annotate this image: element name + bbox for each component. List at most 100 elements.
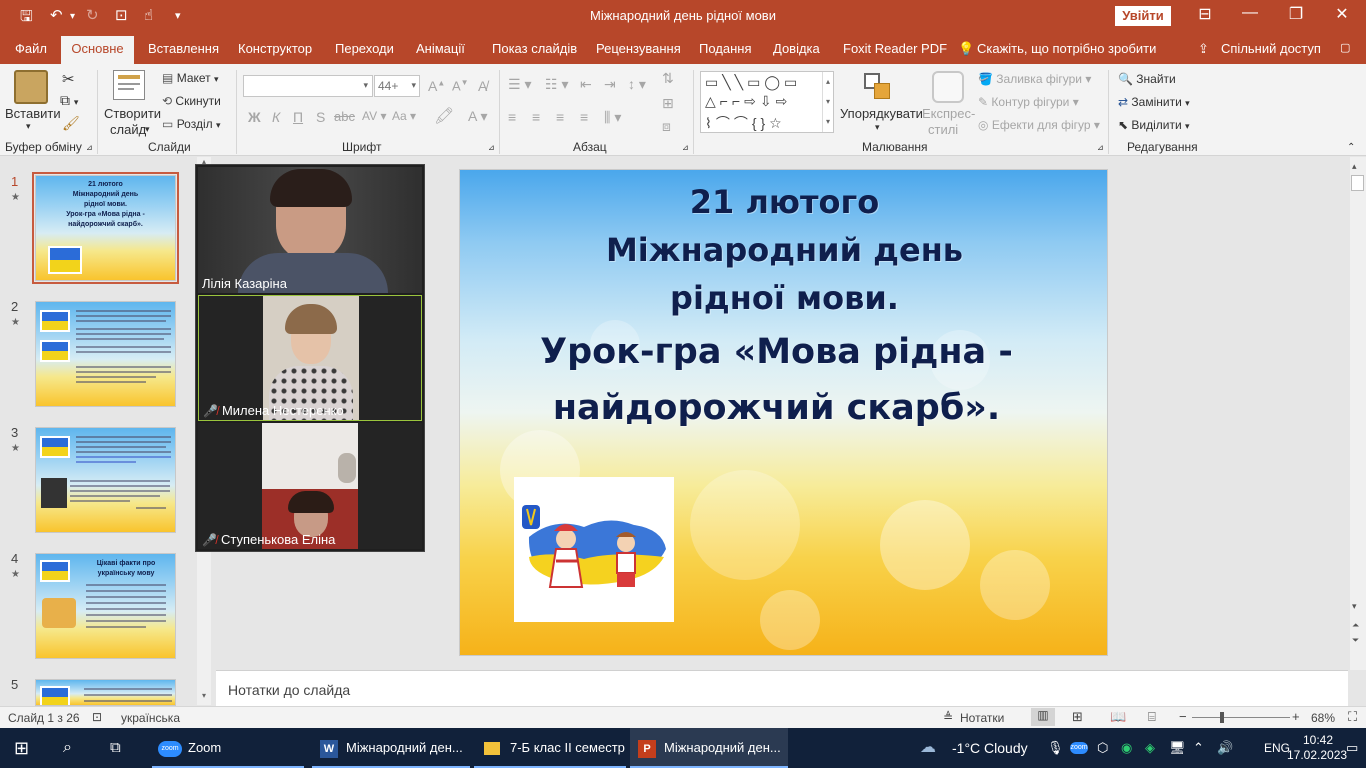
slide-sorter-icon[interactable]: ⊞: [1072, 709, 1083, 725]
ribbon-display-icon[interactable]: ⊟: [1185, 4, 1225, 24]
zoom-in-icon[interactable]: +: [1292, 709, 1300, 724]
video-tile-1[interactable]: Лілія Казаріна: [198, 167, 422, 293]
menu-help[interactable]: Довідка: [773, 41, 820, 56]
menu-home[interactable]: Основне: [61, 36, 134, 65]
weather-text[interactable]: -1°C Cloudy: [952, 728, 1028, 768]
drawing-launcher-icon[interactable]: ⊿: [1097, 143, 1104, 152]
slide-scrollbar[interactable]: ▴ ▾ ⏶ ⏷: [1350, 157, 1366, 670]
paste-icon[interactable]: [14, 70, 48, 104]
tray-app2-icon[interactable]: ◉: [1121, 728, 1132, 768]
columns-icon[interactable]: ⫼ ▾: [604, 109, 621, 126]
shape-fill-button[interactable]: 🪣 Заливка фігури ▾: [978, 72, 1091, 86]
tray-app3-icon[interactable]: ◈: [1145, 728, 1155, 768]
menu-transitions[interactable]: Переходи: [335, 41, 394, 56]
align-text-icon[interactable]: ⊞: [662, 95, 674, 112]
menu-design[interactable]: Конструктор: [238, 41, 312, 56]
font-color-icon[interactable]: A ▾: [468, 108, 487, 125]
bold-icon[interactable]: Ж: [248, 109, 261, 125]
microphone-icon[interactable]: 🎙: [1047, 728, 1064, 768]
slide-thumbnail-3[interactable]: [35, 427, 176, 533]
quick-styles-button-line2[interactable]: стилі: [928, 122, 958, 137]
present-from-start-icon[interactable]: ⊡: [115, 6, 128, 24]
menu-view[interactable]: Подання: [699, 41, 752, 56]
layout-button[interactable]: ▤ Макет ▾: [162, 71, 219, 85]
paste-dropdown-icon[interactable]: ▾: [26, 121, 31, 132]
copy-icon[interactable]: ⧉ ▾: [60, 92, 78, 109]
zoom-slider[interactable]: [1192, 717, 1290, 718]
video-tile-3[interactable]: 🎤̸ Ступенькова Еліна: [198, 423, 422, 549]
tray-app-icon[interactable]: ⬡: [1097, 728, 1108, 768]
slide-thumbnail-1[interactable]: 21 лютого Міжнародний день рідної мови. …: [32, 172, 179, 284]
grow-font-icon[interactable]: A▲: [428, 78, 445, 94]
new-slide-button-line2[interactable]: слайд: [110, 122, 146, 137]
menu-slideshow[interactable]: Показ слайдів: [492, 41, 577, 56]
font-name-input[interactable]: ▾: [243, 75, 373, 97]
touch-mode-icon[interactable]: ☝: [144, 6, 153, 24]
zoom-out-icon[interactable]: −: [1179, 709, 1187, 724]
new-slide-button[interactable]: Створити: [104, 106, 161, 121]
normal-view-icon[interactable]: ▥: [1031, 708, 1055, 726]
zoom-level[interactable]: 68%: [1311, 711, 1335, 725]
clock[interactable]: 10:42 17.02.2023: [1287, 728, 1347, 768]
quick-styles-icon[interactable]: [932, 71, 964, 103]
shadow-icon[interactable]: S: [316, 109, 325, 125]
highlight-icon[interactable]: 🖍: [434, 106, 454, 126]
font-size-input[interactable]: 44+ ▾: [374, 75, 420, 97]
video-tile-2[interactable]: 🎤̸ Милена Нестеренко: [198, 295, 422, 421]
redo-icon[interactable]: ↻: [86, 6, 99, 24]
underline-icon[interactable]: П: [293, 109, 303, 125]
quick-styles-button[interactable]: Експрес-: [922, 106, 975, 121]
weather-icon[interactable]: ☁: [920, 728, 936, 768]
slide-subtitle[interactable]: Урок-гра «Мова рідна - найдорожчий скарб…: [460, 324, 1101, 436]
zoom-tray-icon[interactable]: zoom: [1070, 728, 1088, 768]
arrange-dropdown-icon[interactable]: ▾: [875, 122, 880, 133]
slide-thumbnail-4[interactable]: Цікаві факти про українську мову: [35, 553, 176, 659]
shapes-gallery[interactable]: ▭╲╲▭◯▭ △⌐⌐⇨⇩⇨ ⌇⌒⌒{}☆ ▴ ▾ ▾: [700, 71, 834, 133]
change-case-icon[interactable]: Aa ▾: [392, 109, 416, 123]
spellcheck-icon[interactable]: ⊡: [92, 710, 102, 724]
decrease-indent-icon[interactable]: ⇤: [580, 76, 592, 93]
align-left-icon[interactable]: ≡: [508, 109, 516, 125]
taskbar-app-word[interactable]: W Міжнародний ден...: [312, 728, 470, 768]
undo-icon[interactable]: ↶: [50, 6, 63, 24]
slide-thumbnail-2[interactable]: [35, 301, 176, 407]
find-button[interactable]: 🔍 Знайти: [1118, 72, 1176, 86]
shape-effects-button[interactable]: ◎ Ефекти для фігур ▾: [978, 118, 1100, 132]
clear-format-icon[interactable]: A̸: [478, 78, 487, 94]
new-slide-dropdown-icon[interactable]: ▾: [145, 124, 150, 135]
reset-button[interactable]: ⟲ Скинути: [162, 94, 221, 108]
close-icon[interactable]: ✕: [1322, 4, 1362, 24]
notes-pane[interactable]: Нотатки до слайда: [216, 670, 1348, 706]
clipboard-launcher-icon[interactable]: ⊿: [86, 143, 93, 152]
search-icon[interactable]: ⌕: [63, 728, 72, 768]
menu-review[interactable]: Рецензування: [596, 41, 681, 56]
select-button[interactable]: ⬉ Виділити ▾: [1118, 118, 1190, 132]
shrink-font-icon[interactable]: A▼: [452, 78, 469, 93]
maximize-icon[interactable]: ❐: [1276, 4, 1316, 24]
fit-slide-icon[interactable]: ⛶: [1348, 709, 1357, 725]
prev-slide-icon[interactable]: ⏶: [1352, 620, 1359, 631]
menu-foxit[interactable]: Foxit Reader PDF: [843, 41, 947, 56]
customize-toolbar-icon[interactable]: ▾: [175, 9, 181, 22]
speaker-icon[interactable]: 🔊: [1217, 728, 1233, 768]
comments-icon[interactable]: ▢: [1340, 41, 1350, 54]
scroll-thumb[interactable]: [1351, 175, 1364, 191]
signin-button[interactable]: Увійти: [1115, 6, 1171, 26]
zoom-slider-thumb[interactable]: [1220, 712, 1224, 723]
font-launcher-icon[interactable]: ⊿: [488, 143, 495, 152]
share-button[interactable]: Спільний доступ: [1221, 41, 1321, 56]
increase-indent-icon[interactable]: ⇥: [604, 76, 616, 93]
arrange-button[interactable]: Упорядкувати: [840, 106, 923, 121]
notes-toggle-button[interactable]: Нотатки: [960, 711, 1004, 725]
slideshow-view-icon[interactable]: ⌸: [1148, 709, 1156, 725]
task-view-icon[interactable]: ⧉: [110, 728, 121, 768]
current-slide[interactable]: 21 лютого Міжнародний день рідної мови. …: [459, 169, 1108, 656]
smartart-icon[interactable]: ⧈: [662, 118, 671, 135]
new-slide-icon[interactable]: [113, 70, 145, 100]
justify-icon[interactable]: ≡: [580, 109, 588, 125]
chevron-up-icon[interactable]: ⌃: [1193, 728, 1204, 768]
windows-start-icon[interactable]: ⊞: [14, 728, 29, 768]
char-spacing-icon[interactable]: AV ▾: [362, 109, 386, 123]
slide-thumbnail-5[interactable]: [35, 679, 176, 706]
align-right-icon[interactable]: ≡: [556, 109, 564, 125]
